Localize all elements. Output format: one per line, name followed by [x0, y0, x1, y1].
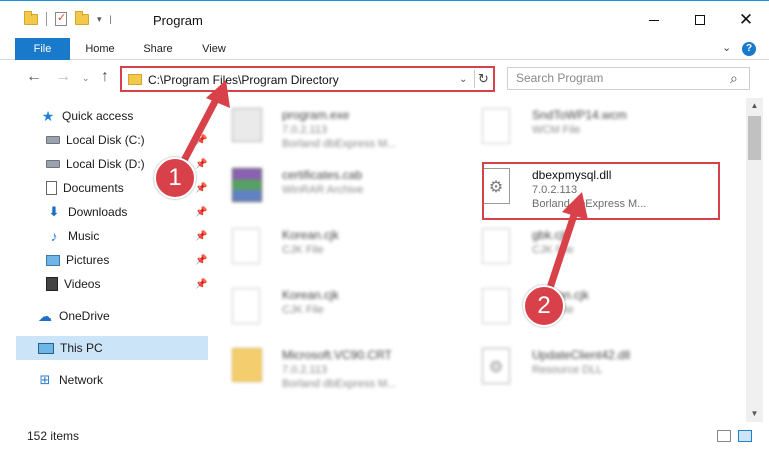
annotation-badge-1: 1: [154, 157, 196, 199]
annotation-badge-2: 2: [523, 285, 565, 327]
annotation-arrow-1: [174, 80, 588, 296]
